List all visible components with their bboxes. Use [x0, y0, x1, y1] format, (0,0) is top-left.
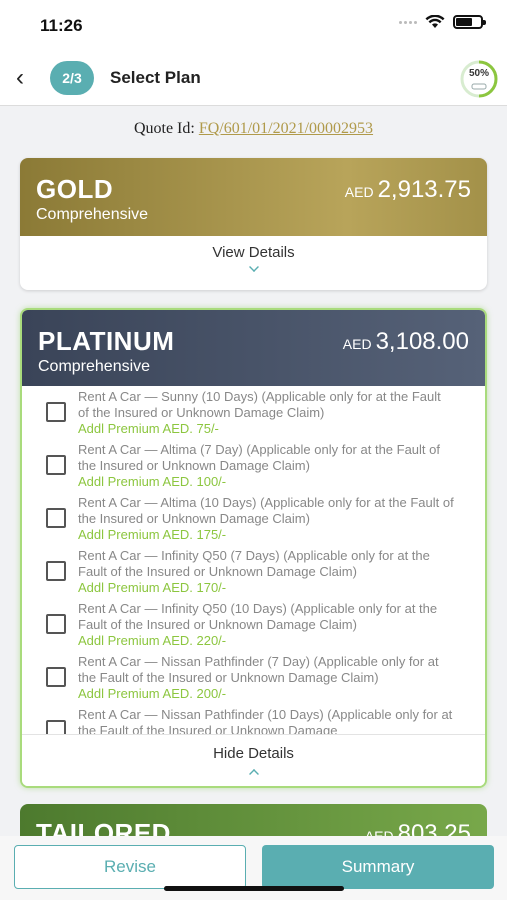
- price-currency: AED: [342, 336, 372, 352]
- plan-name: GOLD: [36, 174, 114, 204]
- progress-ring-icon: [460, 60, 498, 98]
- back-chevron-icon[interactable]: ‹: [10, 64, 30, 92]
- status-bar: 11:26: [0, 0, 507, 50]
- addon-description: Rent A Car — Nissan Pathfinder (10 Days)…: [78, 707, 453, 734]
- plan-price: AED 2,913.75: [345, 176, 471, 204]
- chevron-down-icon[interactable]: [248, 262, 259, 272]
- progress-ring: 50%: [459, 59, 499, 99]
- quote-id-line: Quote Id: FQ/601/01/2021/00002953: [0, 120, 507, 138]
- addon-description: Rent A Car — Altima (7 Day) (Applicable …: [78, 442, 440, 473]
- plan-subtitle: Comprehensive: [38, 358, 151, 375]
- summary-button[interactable]: Summary: [262, 845, 494, 889]
- addon-premium: Addl Premium AED. 200/-: [78, 686, 227, 701]
- addon-checkbox[interactable]: [46, 402, 66, 422]
- plan-subtitle: Comprehensive: [36, 206, 149, 223]
- addon-item: Rent A Car — Sunny (10 Days) (Applicable…: [22, 386, 485, 439]
- price-amount: 3,108.00: [375, 328, 469, 355]
- addon-item: Rent A Car — Nissan Pathfinder (10 Days)…: [22, 704, 485, 734]
- plan-name: PLATINUM: [38, 326, 175, 356]
- plan-header-platinum: PLATINUM Comprehensive AED 3,108.00: [22, 310, 485, 386]
- quote-id-label: Quote Id:: [133, 120, 195, 137]
- progress-percent: 50%: [468, 68, 489, 79]
- addon-premium: Addl Premium AED. 175/-: [78, 527, 227, 542]
- addon-description: Rent A Car — Sunny (10 Days) (Applicable…: [78, 389, 441, 420]
- chevron-up-icon[interactable]: [248, 769, 259, 779]
- addon-description: Rent A Car — Infinity Q50 (7 Days) (Appl…: [78, 548, 430, 579]
- view-details-button[interactable]: View Details: [20, 244, 487, 261]
- status-icons: [399, 15, 486, 29]
- addon-premium: Addl Premium AED. 75/-: [78, 421, 219, 436]
- wifi-icon: [425, 15, 445, 28]
- addon-premium: Addl Premium AED. 170/-: [78, 580, 227, 595]
- addon-checkbox[interactable]: [46, 614, 66, 634]
- addon-item: Rent A Car — Infinity Q50 (7 Days) (Appl…: [22, 545, 485, 598]
- details-footer: Hide Details: [22, 734, 485, 786]
- signal-icon: [399, 20, 417, 24]
- addon-checkbox[interactable]: [46, 720, 66, 734]
- addon-item: Rent A Car — Altima (10 Days) (Applicabl…: [22, 492, 485, 545]
- price-amount: 2,913.75: [377, 176, 471, 203]
- addon-checkbox[interactable]: [46, 508, 66, 528]
- addon-item: Rent A Car — Altima (7 Day) (Applicable …: [22, 439, 485, 492]
- plan-header-gold: GOLD Comprehensive AED 2,913.75: [20, 158, 487, 236]
- nav-bar: ‹ 2/3 Select Plan 50%: [0, 50, 507, 106]
- addon-premium: Addl Premium AED. 100/-: [78, 474, 227, 489]
- addon-premium: Addl Premium AED. 220/-: [78, 633, 227, 648]
- home-indicator: [164, 886, 344, 891]
- addon-item: Rent A Car — Infinity Q50 (10 Days) (App…: [22, 598, 485, 651]
- addon-checkbox[interactable]: [46, 455, 66, 475]
- plan-price: AED 3,108.00: [343, 328, 469, 356]
- plan-card-platinum[interactable]: PLATINUM Comprehensive AED 3,108.00 Rent …: [20, 308, 487, 788]
- addon-list: Rent A Car — Sunny (10 Days) (Applicable…: [22, 386, 485, 734]
- addon-description: Rent A Car — Infinity Q50 (10 Days) (App…: [78, 601, 438, 632]
- revise-button[interactable]: Revise: [14, 845, 246, 889]
- hide-details-button[interactable]: Hide Details: [22, 745, 485, 762]
- addon-description: Rent A Car — Altima (10 Days) (Applicabl…: [78, 495, 454, 526]
- addon-item: Rent A Car — Nissan Pathfinder (7 Day) (…: [22, 651, 485, 704]
- addon-checkbox[interactable]: [46, 561, 66, 581]
- step-indicator: 2/3: [50, 61, 94, 95]
- page-title: Select Plan: [110, 68, 201, 87]
- price-currency: AED: [344, 184, 374, 200]
- status-time: 11:26: [40, 16, 83, 35]
- quote-id-link[interactable]: FQ/601/01/2021/00002953: [199, 120, 373, 137]
- addon-description: Rent A Car — Nissan Pathfinder (7 Day) (…: [78, 654, 439, 685]
- addon-checkbox[interactable]: [46, 667, 66, 687]
- plan-card-gold[interactable]: GOLD Comprehensive AED 2,913.75 View Deta…: [20, 158, 487, 290]
- battery-icon: [453, 15, 486, 29]
